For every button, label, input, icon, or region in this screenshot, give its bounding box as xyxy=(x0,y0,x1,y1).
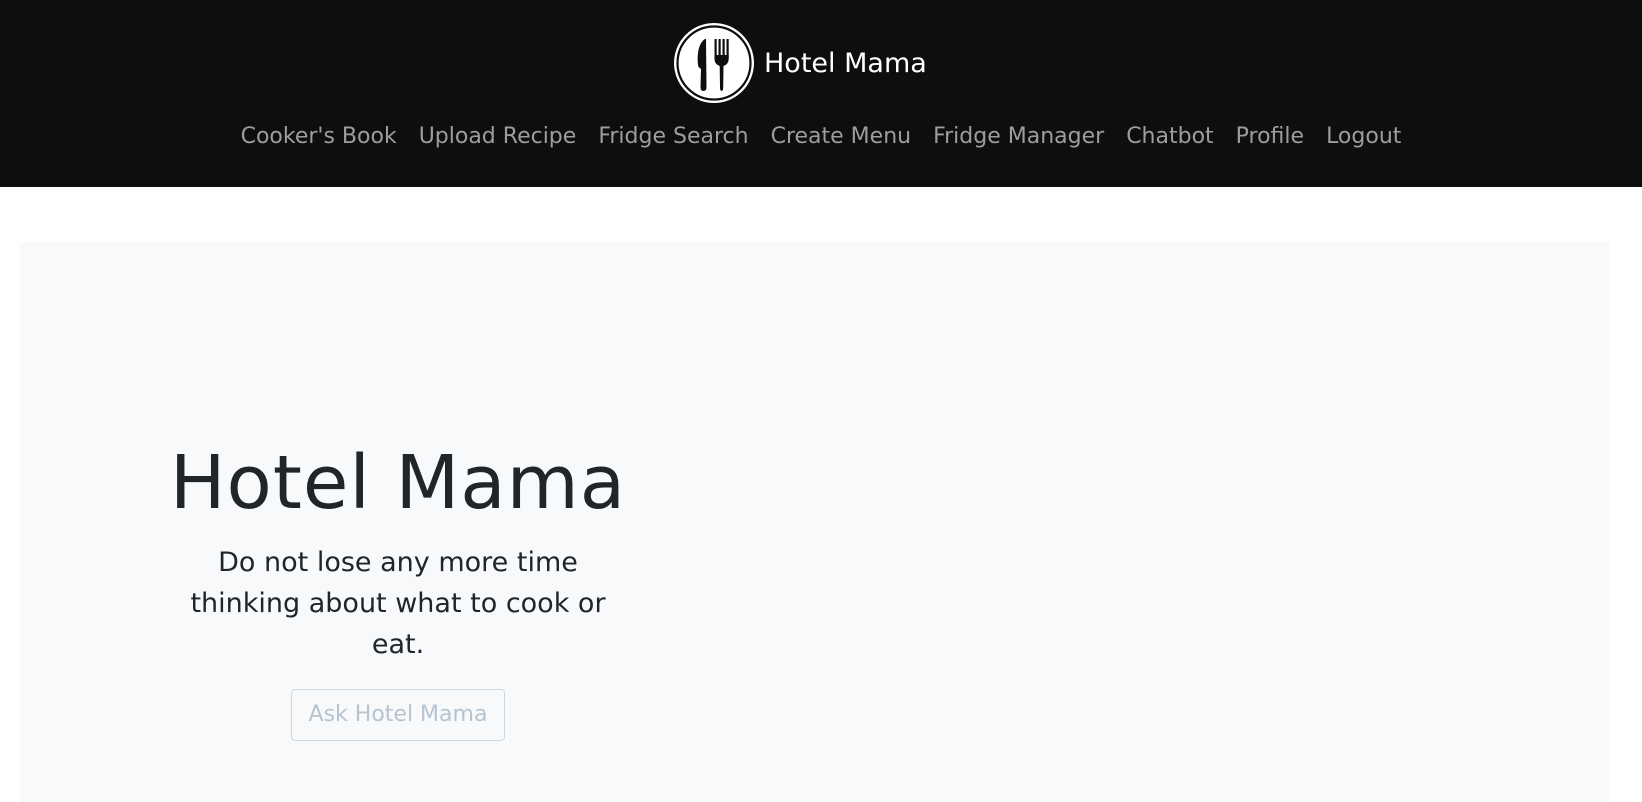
main-nav: Cooker's Book Upload Recipe Fridge Searc… xyxy=(0,120,1642,154)
nav-link-fridge-manager[interactable]: Fridge Manager xyxy=(933,120,1104,154)
nav-link-cookers-book[interactable]: Cooker's Book xyxy=(241,120,397,154)
hero-section: Hotel Mama Do not lose any more time thi… xyxy=(20,242,1609,802)
nav-link-chatbot[interactable]: Chatbot xyxy=(1126,120,1213,154)
nav-link-upload-recipe[interactable]: Upload Recipe xyxy=(419,120,577,154)
ask-hotel-mama-button[interactable]: Ask Hotel Mama xyxy=(290,689,506,741)
nav-link-fridge-search[interactable]: Fridge Search xyxy=(598,120,748,154)
nav-link-profile[interactable]: Profile xyxy=(1236,120,1304,154)
navbar: Hotel Mama Cooker's Book Upload Recipe F… xyxy=(0,0,1642,187)
brand-link[interactable]: Hotel Mama xyxy=(672,21,927,105)
hero-title: Hotel Mama xyxy=(169,440,627,526)
fork-knife-icon xyxy=(674,23,754,103)
hero-content: Hotel Mama Do not lose any more time thi… xyxy=(138,438,658,741)
brand-name: Hotel Mama xyxy=(764,47,927,79)
hero-subtitle: Do not lose any more time thinking about… xyxy=(190,547,606,660)
nav-link-create-menu[interactable]: Create Menu xyxy=(771,120,912,154)
nav-link-logout[interactable]: Logout xyxy=(1326,120,1401,154)
